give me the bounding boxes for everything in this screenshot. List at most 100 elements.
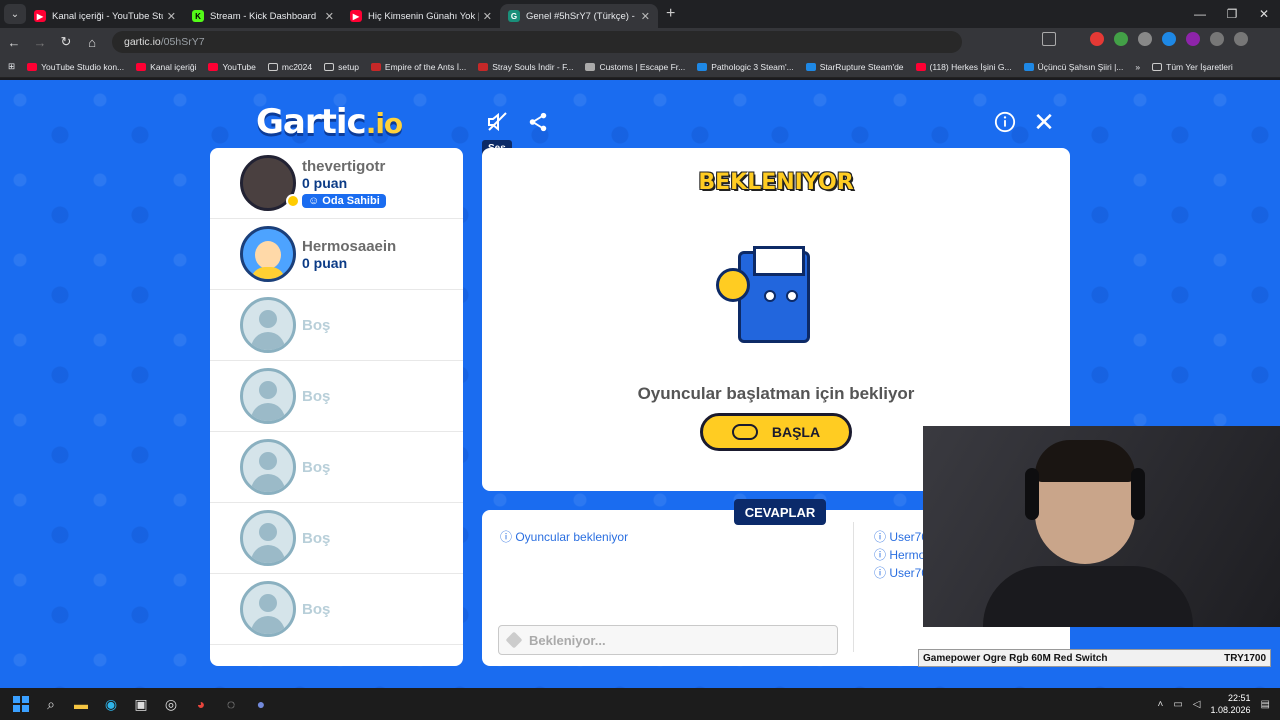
bookmark-item[interactable]: Pathologic 3 Steam'... <box>697 62 794 72</box>
home-icon[interactable]: ⌂ <box>80 30 104 54</box>
volume-icon[interactable]: ◁ <box>1193 699 1201 710</box>
bookmark-item[interactable]: YouTube <box>208 62 256 72</box>
bookmarks-overflow[interactable]: » <box>1135 62 1140 72</box>
maximize-icon[interactable]: ❐ <box>1216 0 1248 28</box>
stream-ticker: Gamepower Ogre Rgb 60M Red Switch TRY170… <box>918 649 1271 667</box>
bookmark-item[interactable]: Empire of the Ants İ... <box>370 62 466 72</box>
youtube-icon: ▶ <box>350 10 362 22</box>
close-icon[interactable]: ✕ <box>641 10 650 23</box>
extension-icon[interactable] <box>1114 32 1128 46</box>
tab-title: Genel #5hSrY7 (Türkçe) - Gartic <box>526 10 637 22</box>
back-icon[interactable]: ← <box>2 30 26 54</box>
close-window-icon[interactable]: ✕ <box>1248 0 1280 28</box>
discord-icon[interactable]: ● <box>246 689 276 719</box>
browser-toolbar: ← → ↻ ⌂ gartic.io/05hSrY7 <box>0 28 1280 56</box>
gartic-logo[interactable]: Gartic.io <box>256 102 403 142</box>
chat-log: ⓘ User70 ⓘ Hermo ⓘ User70 <box>874 528 928 582</box>
all-bookmarks-folder[interactable]: Tüm Yer İşaretleri <box>1152 62 1233 72</box>
url-path: /05hSrY7 <box>160 36 205 48</box>
bookmark-item[interactable]: (118) Herkes İşini G... <box>915 62 1012 72</box>
bookmark-item[interactable]: Stray Souls İndir - F... <box>478 62 573 72</box>
clock-icon <box>716 268 750 302</box>
answer-placeholder: Bekleniyor... <box>529 632 606 648</box>
browser-tab[interactable]: ▶ Kanal içeriği - YouTube Studio ✕ <box>26 4 184 28</box>
address-bar[interactable]: gartic.io/05hSrY7 <box>112 31 962 53</box>
install-icon[interactable] <box>1042 32 1056 46</box>
star-icon[interactable] <box>1066 32 1080 46</box>
extension-icon[interactable] <box>1186 32 1200 46</box>
player-row[interactable]: Hermosaaein 0 puan <box>210 219 463 290</box>
empty-avatar <box>240 439 296 495</box>
steam-icon[interactable]: ◎ <box>156 689 186 719</box>
empty-slot: Boş <box>210 361 463 432</box>
store-icon[interactable]: ▣ <box>126 689 156 719</box>
browser-tab-bar: ⌄ ▶ Kanal içeriği - YouTube Studio ✕ K S… <box>0 0 1280 28</box>
window-controls: — ❐ ✕ <box>1184 0 1280 28</box>
bookmark-item[interactable]: Customs | Escape Fr... <box>585 62 685 72</box>
gamepad-icon <box>731 424 758 440</box>
answer-input[interactable]: Bekleniyor... <box>498 625 838 655</box>
tab-title: Stream - Kick Dashboard <box>210 10 317 22</box>
url-host: gartic.io <box>124 36 161 48</box>
browser-tab[interactable]: K Stream - Kick Dashboard ✕ <box>184 4 342 28</box>
player-name: thevertigotr <box>302 157 386 175</box>
info-icon[interactable] <box>991 108 1019 136</box>
chat-line: ⓘ User70 <box>874 530 929 544</box>
empty-avatar <box>240 368 296 424</box>
extension-icon[interactable] <box>1090 32 1104 46</box>
owner-indicator <box>286 194 300 208</box>
bookmark-folder[interactable]: setup <box>324 62 359 72</box>
gartic-icon: G <box>508 10 520 22</box>
bookmark-item[interactable]: StarRupture Steam'de <box>805 62 904 72</box>
tab-search-button[interactable]: ⌄ <box>4 4 26 24</box>
player-row[interactable]: thevertigotr 0 puan ☺ Oda Sahibi <box>210 148 463 219</box>
edge-icon[interactable]: ◉ <box>96 689 126 719</box>
player-name: Hermosaaein <box>302 237 397 255</box>
browser-tab-active[interactable]: G Genel #5hSrY7 (Türkçe) - Gartic ✕ <box>500 4 658 28</box>
browser-tab[interactable]: ▶ Hiç Kimsenin Günahı Yok | Y ✕ <box>342 4 500 28</box>
network-icon[interactable]: ▭ <box>1173 699 1182 710</box>
close-icon[interactable]: ✕ <box>483 10 492 23</box>
system-tray: ˄ ▭ ◁ 22:51 1.08.2026 ▤ <box>1158 692 1271 716</box>
bookmarks-bar: ⊞ YouTube Studio kon... Kanal içeriği Yo… <box>0 56 1280 78</box>
windows-taskbar: ⌕ ▬ ◉ ▣ ◎ ◕ ◌ ● ˄ ▭ ◁ 22:51 1.08.2026 ▤ <box>0 688 1280 720</box>
reload-icon[interactable]: ↻ <box>54 30 78 54</box>
avatar <box>240 226 296 282</box>
extensions-area <box>1042 32 1272 46</box>
empty-slot: Boş <box>210 503 463 574</box>
minimize-icon[interactable]: — <box>1184 0 1216 28</box>
chrome-icon[interactable]: ◕ <box>186 689 216 719</box>
profile-avatar[interactable] <box>1234 32 1248 46</box>
panel-divider <box>853 522 854 652</box>
forward-icon[interactable]: → <box>28 30 52 54</box>
start-button-icon[interactable] <box>6 689 36 719</box>
puzzle-icon[interactable] <box>1210 32 1224 46</box>
empty-avatar <box>240 297 296 353</box>
menu-icon[interactable] <box>1258 32 1272 46</box>
extension-icon[interactable] <box>1138 32 1152 46</box>
tab-title: Hiç Kimsenin Günahı Yok | Y <box>368 10 479 22</box>
start-button[interactable]: BAŞLA <box>700 413 852 451</box>
answers-tab[interactable]: CEVAPLAR <box>734 499 826 525</box>
close-room-icon[interactable]: ✕ <box>1030 107 1058 137</box>
close-icon[interactable]: ✕ <box>325 10 334 23</box>
close-icon[interactable]: ✕ <box>167 10 176 23</box>
tray-overflow-icon[interactable]: ˄ <box>1158 699 1164 710</box>
ticker-price: TRY1700 <box>1224 652 1266 664</box>
search-icon[interactable]: ⌕ <box>36 689 66 719</box>
bookmark-item[interactable]: Kanal içeriği <box>136 62 196 72</box>
bookmark-item[interactable]: Üçüncü Şahsın Şiiri |... <box>1023 62 1123 72</box>
player-list: thevertigotr 0 puan ☺ Oda Sahibi Hermosa… <box>210 148 463 666</box>
empty-slot: Boş <box>210 290 463 361</box>
bookmark-item[interactable]: YouTube Studio kon... <box>27 62 124 72</box>
obs-icon[interactable]: ◌ <box>216 689 246 719</box>
file-explorer-icon[interactable]: ▬ <box>66 689 96 719</box>
bookmark-folder[interactable]: mc2024 <box>267 62 312 72</box>
apps-icon[interactable]: ⊞ <box>8 61 15 72</box>
new-tab-button[interactable]: + <box>666 5 675 23</box>
share-icon[interactable] <box>524 108 552 136</box>
sound-muted-icon[interactable] <box>484 108 512 136</box>
taskbar-clock[interactable]: 22:51 1.08.2026 <box>1211 692 1251 716</box>
extension-icon[interactable] <box>1162 32 1176 46</box>
notifications-icon[interactable]: ▤ <box>1261 699 1270 710</box>
